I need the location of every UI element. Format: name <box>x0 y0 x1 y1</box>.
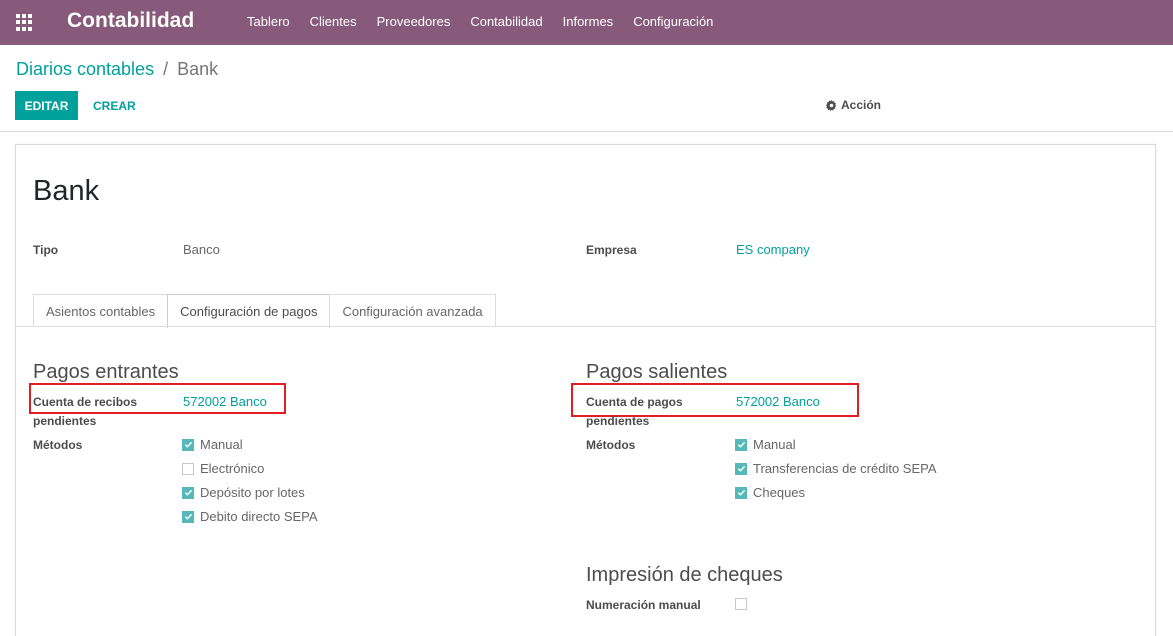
method-label: Manual <box>200 437 243 452</box>
checkbox-checked-icon[interactable] <box>735 486 747 499</box>
app-brand[interactable]: Contabilidad <box>67 9 194 33</box>
tab-configuracion-avanzada[interactable]: Configuración avanzada <box>329 294 496 327</box>
breadcrumb: Diarios contables / Bank <box>16 59 218 80</box>
method-label: Transferencias de crédito SEPA <box>753 461 937 476</box>
apps-grid-icon[interactable] <box>16 14 33 31</box>
method-label: Electrónico <box>200 461 265 476</box>
gear-icon <box>826 99 837 111</box>
breadcrumb-parent[interactable]: Diarios contables <box>16 59 154 79</box>
checkbox-checked-icon[interactable] <box>182 510 194 523</box>
checkbox-checked-icon[interactable] <box>735 438 747 451</box>
checks-section-title: Impresión de cheques <box>586 564 783 586</box>
menu-item-clientes[interactable]: Clientes <box>310 14 357 29</box>
empresa-label: Empresa <box>586 243 637 257</box>
notebook-tabs: Asientos contables Configuración de pago… <box>33 294 496 328</box>
menu-item-configuracion[interactable]: Configuración <box>633 14 713 29</box>
checkbox-checked-icon[interactable] <box>182 438 194 451</box>
record-title: Bank <box>33 175 100 207</box>
outgoing-methods-label: Métodos <box>586 438 636 452</box>
menu-item-tablero[interactable]: Tablero <box>247 14 290 29</box>
manual-numbering-label: Numeración manual <box>586 598 701 612</box>
incoming-method-manual[interactable]: Manual <box>182 437 243 452</box>
tab-divider <box>16 326 1155 327</box>
menu-item-informes[interactable]: Informes <box>563 14 614 29</box>
incoming-methods-label: Métodos <box>33 438 83 452</box>
method-label: Manual <box>753 437 796 452</box>
outgoing-method-manual[interactable]: Manual <box>735 437 796 452</box>
main-menu: Tablero Clientes Proveedores Contabilida… <box>247 14 733 29</box>
checkbox-checked-icon[interactable] <box>735 462 747 475</box>
method-label: Debito directo SEPA <box>200 509 318 524</box>
form-sheet: Bank Tipo Banco Empresa ES company Asien… <box>15 144 1156 636</box>
create-button[interactable]: CREAR <box>93 99 136 113</box>
method-label: Cheques <box>753 485 806 500</box>
menu-item-proveedores[interactable]: Proveedores <box>377 14 451 29</box>
action-dropdown[interactable]: Acción <box>826 98 881 112</box>
incoming-account-label-2: pendientes <box>33 414 97 428</box>
empresa-link[interactable]: ES company <box>736 242 810 257</box>
action-label: Acción <box>841 98 882 112</box>
tab-configuracion-pagos[interactable]: Configuración de pagos <box>167 294 331 328</box>
incoming-account-label-1: Cuenta de recibos <box>33 395 138 409</box>
outgoing-account-link[interactable]: 572002 Banco <box>736 394 820 409</box>
incoming-section-title: Pagos entrantes <box>33 361 179 383</box>
control-panel-divider <box>0 131 1173 132</box>
incoming-account-link[interactable]: 572002 Banco <box>183 394 267 409</box>
manual-numbering-checkbox-row[interactable] <box>735 598 753 610</box>
outgoing-section-title: Pagos salientes <box>586 361 728 383</box>
outgoing-account-label-2: pendientes <box>586 414 650 428</box>
edit-button[interactable]: EDITAR <box>15 91 78 120</box>
checkbox-unchecked-icon[interactable] <box>735 598 747 610</box>
outgoing-method-cheques[interactable]: Cheques <box>735 485 805 500</box>
tab-asientos-contables[interactable]: Asientos contables <box>33 294 169 327</box>
incoming-method-electronico[interactable]: Electrónico <box>182 461 264 476</box>
incoming-method-debito-sepa[interactable]: Debito directo SEPA <box>182 509 318 524</box>
top-navbar: Contabilidad Tablero Clientes Proveedore… <box>0 0 1173 45</box>
incoming-method-deposito-lotes[interactable]: Depósito por lotes <box>182 485 305 500</box>
breadcrumb-separator: / <box>163 59 169 79</box>
tipo-label: Tipo <box>33 243 59 257</box>
outgoing-account-label-1: Cuenta de pagos <box>586 395 683 409</box>
method-label: Depósito por lotes <box>200 485 305 500</box>
outgoing-method-sepa-transfer[interactable]: Transferencias de crédito SEPA <box>735 461 937 476</box>
checkbox-checked-icon[interactable] <box>182 486 194 499</box>
tipo-value: Banco <box>183 242 220 257</box>
menu-item-contabilidad[interactable]: Contabilidad <box>470 14 542 29</box>
breadcrumb-current: Bank <box>177 59 219 79</box>
checkbox-unchecked-icon[interactable] <box>182 462 194 475</box>
